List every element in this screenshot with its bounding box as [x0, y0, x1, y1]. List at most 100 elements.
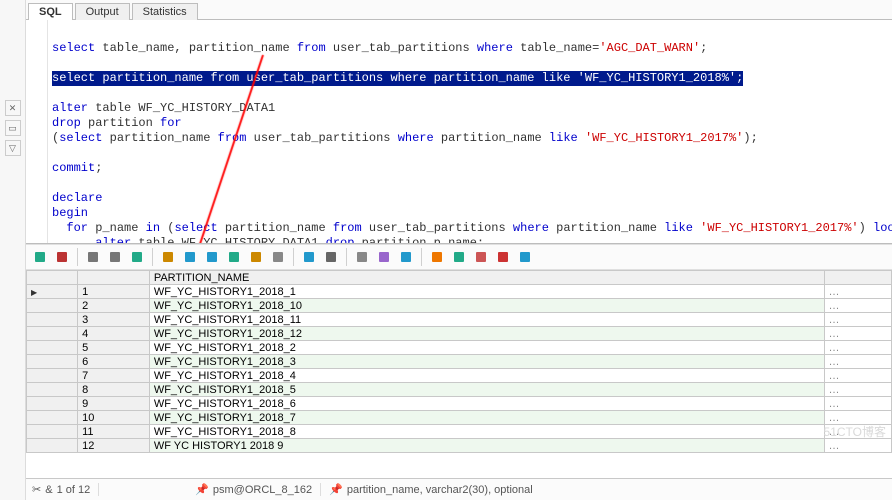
row-number[interactable]: 10: [78, 411, 150, 425]
cell-partition-name[interactable]: WF_YC_HISTORY1_2018_3: [149, 355, 824, 369]
row-marker[interactable]: [27, 285, 78, 299]
cell-partition-name[interactable]: WF YC HISTORY1 2018 9: [149, 439, 824, 453]
row-number[interactable]: 11: [78, 425, 150, 439]
cell-ellipsis[interactable]: …: [824, 439, 891, 453]
undo-icon[interactable]: [180, 247, 200, 267]
cell-ellipsis[interactable]: …: [824, 341, 891, 355]
table-row[interactable]: 5WF_YC_HISTORY1_2018_2…: [27, 341, 892, 355]
cell-ellipsis[interactable]: …: [824, 369, 891, 383]
rows-red-icon[interactable]: [493, 247, 513, 267]
grid-minus-icon[interactable]: [30, 247, 50, 267]
row-number[interactable]: 9: [78, 397, 150, 411]
redo-icon[interactable]: [202, 247, 222, 267]
row-number[interactable]: 5: [78, 341, 150, 355]
gutter-glyph-3[interactable]: ▽: [5, 140, 21, 156]
row-number[interactable]: 1: [78, 285, 150, 299]
table-row[interactable]: 10WF_YC_HISTORY1_2018_7…: [27, 411, 892, 425]
table-row[interactable]: 11WF_YC_HISTORY1_2018_8…: [27, 425, 892, 439]
sql-text: partition p_name;: [354, 236, 484, 243]
cell-ellipsis[interactable]: …: [824, 327, 891, 341]
row-number[interactable]: 2: [78, 299, 150, 313]
table-row[interactable]: 8WF_YC_HISTORY1_2018_5…: [27, 383, 892, 397]
cell-partition-name[interactable]: WF_YC_HISTORY1_2018_4: [149, 369, 824, 383]
copy-clip-icon[interactable]: [105, 247, 125, 267]
tab-sql[interactable]: SQL: [28, 3, 73, 20]
grid-corner[interactable]: [27, 271, 78, 285]
row-marker[interactable]: [27, 341, 78, 355]
row-number[interactable]: 6: [78, 355, 150, 369]
table-row[interactable]: 1WF_YC_HISTORY1_2018_1…: [27, 285, 892, 299]
cell-ellipsis[interactable]: …: [824, 355, 891, 369]
table-row[interactable]: 7WF_YC_HISTORY1_2018_4…: [27, 369, 892, 383]
cell-partition-name[interactable]: WF_YC_HISTORY1_2018_11: [149, 313, 824, 327]
eraser-icon[interactable]: [268, 247, 288, 267]
table-row[interactable]: 12WF YC HISTORY1 2018 9…: [27, 439, 892, 453]
cell-partition-name[interactable]: WF_YC_HISTORY1_2018_10: [149, 299, 824, 313]
row-marker[interactable]: [27, 313, 78, 327]
row-number[interactable]: 3: [78, 313, 150, 327]
lock-icon[interactable]: [52, 247, 72, 267]
sql-editor[interactable]: select table_name, partition_name from u…: [48, 20, 892, 243]
cell-partition-name[interactable]: WF_YC_HISTORY1_2018_8: [149, 425, 824, 439]
row-marker[interactable]: [27, 369, 78, 383]
table-row[interactable]: 3WF_YC_HISTORY1_2018_11…: [27, 313, 892, 327]
row-marker[interactable]: [27, 299, 78, 313]
cell-ellipsis[interactable]: …: [824, 425, 891, 439]
row-number[interactable]: 4: [78, 327, 150, 341]
row-marker[interactable]: [27, 383, 78, 397]
row-number[interactable]: 8: [78, 383, 150, 397]
gutter-glyph-2[interactable]: ▭: [5, 120, 21, 136]
column-header-partition-name[interactable]: PARTITION_NAME: [149, 271, 824, 285]
save-floppy-icon[interactable]: [396, 247, 416, 267]
cell-partition-name[interactable]: WF_YC_HISTORY1_2018_12: [149, 327, 824, 341]
chart-icon[interactable]: [427, 247, 447, 267]
table-icon[interactable]: [299, 247, 319, 267]
check-icon[interactable]: [127, 247, 147, 267]
tri-down-icon[interactable]: [321, 247, 341, 267]
bookmark-icon[interactable]: [246, 247, 266, 267]
row-marker[interactable]: [27, 439, 78, 453]
scissors-icon[interactable]: ✂: [32, 483, 41, 496]
find-glyph[interactable]: &: [45, 484, 52, 496]
cell-partition-name[interactable]: WF_YC_HISTORY1_2018_1: [149, 285, 824, 299]
cell-ellipsis[interactable]: …: [824, 383, 891, 397]
sql-kw: from: [297, 41, 326, 55]
tab-output[interactable]: Output: [75, 3, 130, 20]
cell-ellipsis[interactable]: …: [824, 285, 891, 299]
cell-ellipsis[interactable]: …: [824, 299, 891, 313]
row-marker[interactable]: [27, 327, 78, 341]
row-number[interactable]: 12: [78, 439, 150, 453]
row-marker[interactable]: [27, 397, 78, 411]
row-number[interactable]: 7: [78, 369, 150, 383]
tab-statistics[interactable]: Statistics: [132, 3, 198, 20]
row-marker[interactable]: [27, 355, 78, 369]
sql-text: table_name=: [513, 41, 599, 55]
grid-dots-icon[interactable]: [374, 247, 394, 267]
cell-ellipsis[interactable]: …: [824, 397, 891, 411]
results-grid[interactable]: PARTITION_NAME 1WF_YC_HISTORY1_2018_1…2W…: [26, 270, 892, 453]
gutter-glyph-1[interactable]: ✕: [5, 100, 21, 116]
table-row[interactable]: 6WF_YC_HISTORY1_2018_3…: [27, 355, 892, 369]
cell-partition-name[interactable]: WF_YC_HISTORY1_2018_7: [149, 411, 824, 425]
cell-partition-name[interactable]: WF_YC_HISTORY1_2018_2: [149, 341, 824, 355]
cell-partition-name[interactable]: WF_YC_HISTORY1_2018_6: [149, 397, 824, 411]
sql-kw: for: [160, 116, 182, 130]
cell-ellipsis[interactable]: …: [824, 313, 891, 327]
sort-icon[interactable]: [352, 247, 372, 267]
db-icon[interactable]: [449, 247, 469, 267]
sql-kw: loop: [873, 221, 892, 235]
cell-ellipsis[interactable]: …: [824, 411, 891, 425]
table-row[interactable]: 9WF_YC_HISTORY1_2018_6…: [27, 397, 892, 411]
export-csv-icon[interactable]: [83, 247, 103, 267]
grid-corner-num[interactable]: [78, 271, 150, 285]
table-row[interactable]: 2WF_YC_HISTORY1_2018_10…: [27, 299, 892, 313]
refresh-icon[interactable]: [158, 247, 178, 267]
row-marker[interactable]: [27, 425, 78, 439]
column-header-extra[interactable]: [824, 271, 891, 285]
cell-partition-name[interactable]: WF_YC_HISTORY1_2018_5: [149, 383, 824, 397]
filter-funnel-icon[interactable]: [515, 247, 535, 267]
table-row[interactable]: 4WF_YC_HISTORY1_2018_12…: [27, 327, 892, 341]
run-icon[interactable]: [224, 247, 244, 267]
columns-icon[interactable]: [471, 247, 491, 267]
row-marker[interactable]: [27, 411, 78, 425]
